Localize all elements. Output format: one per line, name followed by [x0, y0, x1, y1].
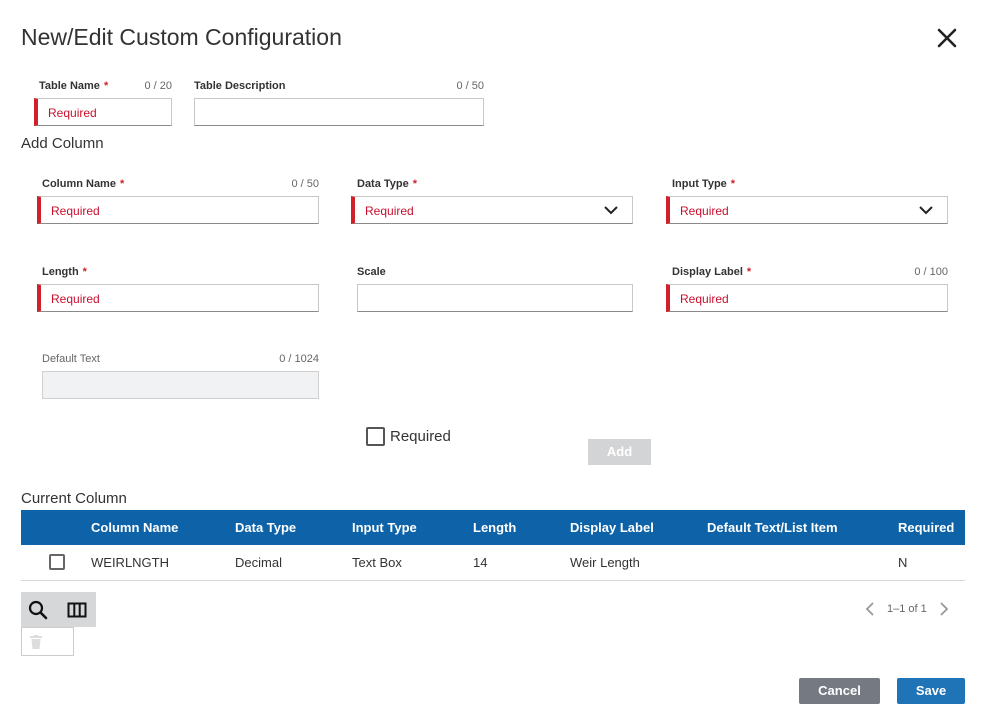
column-name-placeholder: Required: [51, 204, 100, 218]
required-asterisk: *: [412, 178, 418, 190]
required-asterisk: *: [82, 266, 87, 278]
grid-toolbar: [21, 592, 96, 627]
table-name-input[interactable]: Required: [34, 98, 172, 126]
add-column-heading: Add Column: [21, 135, 104, 152]
data-type-label: Data Type *: [357, 178, 418, 190]
row-checkbox[interactable]: [49, 554, 65, 570]
display-label-label: Display Label *: [672, 266, 752, 278]
cell-required: N: [898, 555, 908, 570]
required-asterisk: *: [730, 178, 736, 190]
scale-label: Scale: [357, 266, 386, 278]
display-label-counter: 0 / 100: [914, 266, 948, 278]
chevron-down-icon: [919, 206, 933, 215]
required-asterisk: *: [119, 178, 125, 190]
required-asterisk: *: [103, 80, 109, 92]
table-name-label: Table Name *: [39, 80, 109, 92]
column-name-counter: 0 / 50: [291, 178, 319, 190]
cell-column-name: WEIRLNGTH: [91, 555, 169, 570]
data-type-select[interactable]: Required: [351, 196, 633, 224]
dialog-title: New/Edit Custom Configuration: [21, 24, 342, 50]
input-type-label: Input Type *: [672, 178, 736, 190]
display-label-placeholder: Required: [680, 292, 729, 306]
columns-icon[interactable]: [67, 600, 87, 620]
header-default-text[interactable]: Default Text/List Item: [707, 520, 838, 535]
required-asterisk: *: [746, 266, 752, 278]
default-text-counter: 0 / 1024: [279, 353, 319, 365]
column-name-input[interactable]: Required: [37, 196, 319, 224]
input-type-select[interactable]: Required: [666, 196, 948, 224]
cell-data-type: Decimal: [235, 555, 282, 570]
length-placeholder: Required: [51, 292, 100, 306]
pager: 1–1 of 1: [865, 602, 949, 616]
header-column-name[interactable]: Column Name: [91, 520, 178, 535]
chevron-left-icon[interactable]: [865, 602, 877, 616]
required-checkbox-box[interactable]: [366, 427, 385, 446]
cell-display-label: Weir Length: [570, 555, 640, 570]
pager-text: 1–1 of 1: [887, 603, 927, 615]
table-row[interactable]: WEIRLNGTH Decimal Text Box 14 Weir Lengt…: [21, 545, 965, 581]
grid-header: Column Name Data Type Input Type Length …: [21, 510, 965, 545]
add-button[interactable]: Add: [588, 439, 651, 465]
table-description-counter: 0 / 50: [456, 80, 484, 92]
required-checkbox[interactable]: Required: [366, 427, 451, 446]
column-name-label: Column Name *: [42, 178, 125, 190]
default-text-input: [42, 371, 319, 399]
length-input[interactable]: Required: [37, 284, 319, 312]
data-type-placeholder: Required: [365, 204, 414, 218]
table-description-input[interactable]: [194, 98, 484, 126]
search-icon[interactable]: [28, 600, 48, 620]
header-input-type[interactable]: Input Type: [352, 520, 417, 535]
input-type-placeholder: Required: [680, 204, 729, 218]
save-button[interactable]: Save: [897, 678, 965, 704]
required-checkbox-label: Required: [390, 428, 451, 445]
default-text-label: Default Text: [42, 353, 100, 365]
chevron-down-icon: [604, 206, 618, 215]
close-icon[interactable]: [935, 26, 959, 50]
display-label-input[interactable]: Required: [666, 284, 948, 312]
header-data-type[interactable]: Data Type: [235, 520, 296, 535]
chevron-right-icon[interactable]: [937, 602, 949, 616]
delete-button[interactable]: [21, 627, 74, 656]
header-required[interactable]: Required: [898, 520, 954, 535]
table-name-placeholder: Required: [48, 106, 97, 120]
trash-icon: [30, 635, 42, 649]
cell-length: 14: [473, 555, 488, 570]
table-description-label: Table Description: [194, 80, 286, 92]
header-length[interactable]: Length: [473, 520, 516, 535]
scale-input[interactable]: [357, 284, 633, 312]
current-column-heading: Current Column: [21, 490, 127, 507]
cell-input-type: Text Box: [352, 555, 402, 570]
length-label: Length *: [42, 266, 87, 278]
header-display-label[interactable]: Display Label: [570, 520, 654, 535]
cancel-button[interactable]: Cancel: [799, 678, 880, 704]
table-name-counter: 0 / 20: [144, 80, 172, 92]
